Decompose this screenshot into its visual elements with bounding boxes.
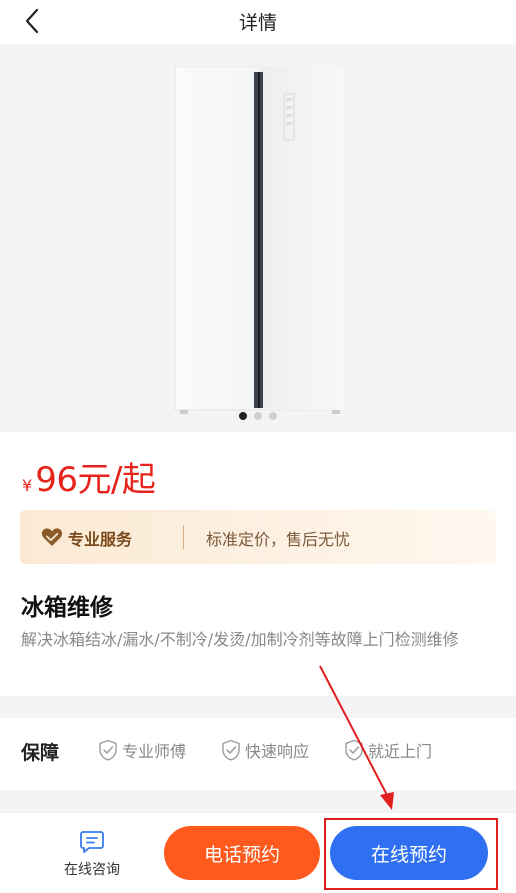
section-divider [0, 790, 516, 812]
carousel-dot[interactable] [269, 412, 277, 420]
chat-icon [80, 831, 104, 853]
shield-check-icon [345, 739, 363, 761]
guarantee-row: 保障 专业师傅 快速响应 就近上门 [0, 718, 516, 780]
service-tag-label: 专业服务 [68, 530, 133, 549]
online-consult-label: 在线咨询 [64, 862, 120, 878]
guarantee-label: 保障 [21, 742, 60, 764]
currency-symbol: ¥ [22, 476, 33, 495]
divider [183, 525, 184, 549]
service-description: 解决冰箱结冰/漏水/不制冷/发烫/加制冷剂等故障上门检测维修 [21, 630, 459, 649]
guarantee-item: 就近上门 [344, 738, 432, 762]
bottom-action-bar: 在线咨询 电话预约 在线预约 [0, 812, 516, 893]
page-title: 详情 [238, 12, 277, 34]
guarantee-item-text: 专业师傅 [122, 742, 187, 761]
price-amount: 96元/起 [35, 460, 156, 500]
shield-check-icon [99, 739, 117, 761]
guarantee-item: 专业师傅 [98, 738, 186, 762]
guarantee-item-text: 就近上门 [368, 742, 433, 761]
carousel-dot[interactable] [254, 412, 262, 420]
service-tag-banner: 专业服务 标准定价，售后无忧 [20, 510, 496, 564]
top-nav-bar: 详情 [0, 0, 516, 44]
service-title: 冰箱维修 [21, 595, 113, 621]
fridge-product-image [174, 66, 346, 414]
guarantee-item: 快速响应 [221, 738, 309, 762]
service-tag-description: 标准定价，售后无忧 [206, 530, 351, 549]
carousel-indicator [0, 412, 516, 420]
online-consult-button[interactable]: 在线咨询 [52, 829, 132, 879]
annotation-highlight-box [324, 818, 498, 890]
guarantee-item-text: 快速响应 [245, 742, 310, 761]
heart-icon [41, 528, 63, 546]
carousel-dot-active[interactable] [239, 412, 247, 420]
product-image-carousel[interactable] [0, 44, 516, 432]
shield-check-icon [222, 739, 240, 761]
price: ¥ 96元/起 [22, 452, 156, 501]
section-divider [0, 696, 516, 718]
phone-booking-button[interactable]: 电话预约 [164, 826, 320, 880]
